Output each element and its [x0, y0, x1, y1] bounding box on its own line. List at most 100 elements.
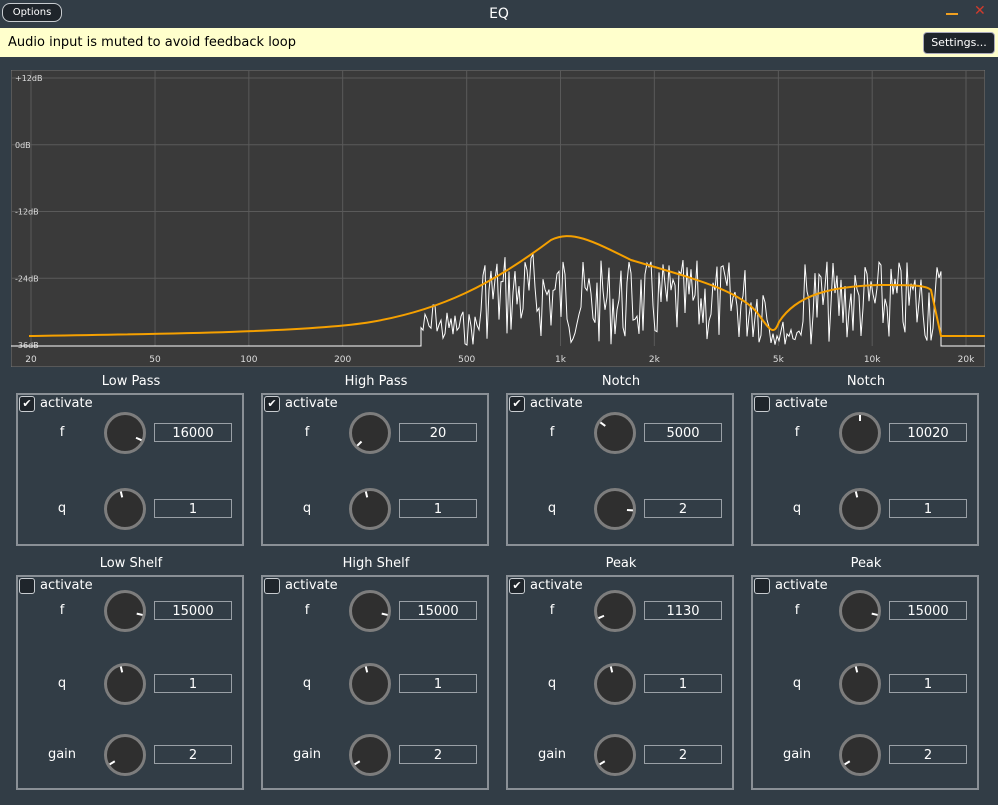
param-label-f: f [59, 425, 65, 440]
knob-f[interactable] [839, 412, 881, 454]
filter-panel: ✔ activate f 16000 q 1 [16, 393, 244, 546]
checkmark-icon[interactable]: ✔ [264, 396, 280, 412]
eq-graph-canvas: 20 50 100 200 500 1k 2k 5k 10k 20k +12dB 0dB -12dB -2… [11, 70, 985, 367]
knob-q[interactable] [839, 663, 881, 705]
activate-label: activate [775, 578, 828, 593]
knob-f[interactable] [839, 590, 881, 632]
minimize-icon[interactable] [945, 4, 959, 18]
knob-q[interactable] [104, 663, 146, 705]
value-field-f[interactable]: 16000 [154, 423, 232, 442]
checkmark-icon[interactable]: ✔ [509, 396, 525, 412]
activate-label: activate [530, 578, 583, 593]
value-field-q[interactable]: 1 [889, 499, 967, 518]
graph-background [11, 70, 985, 367]
freq-tick-label: 1k [555, 355, 567, 365]
knob-f[interactable] [104, 590, 146, 632]
freq-tick-label: 50 [149, 355, 161, 365]
knob-indicator [119, 491, 124, 498]
param-label-gain: gain [47, 747, 77, 762]
db-tick-label: -24dB [15, 274, 39, 283]
value-field-q[interactable]: 1 [154, 499, 232, 518]
param-label-f: f [794, 425, 800, 440]
knob-f[interactable] [104, 412, 146, 454]
knob-f[interactable] [349, 590, 391, 632]
param-label-gain: gain [537, 747, 567, 762]
filter-title: Notch [846, 374, 886, 389]
value-field-q[interactable]: 2 [644, 499, 722, 518]
value-field-f[interactable]: 15000 [399, 601, 477, 620]
value-field-gain[interactable]: 2 [154, 745, 232, 764]
settings-button[interactable]: Settings... [923, 32, 995, 54]
knob-q[interactable] [594, 663, 636, 705]
value-field-q[interactable]: 1 [644, 674, 722, 693]
knob-f[interactable] [594, 590, 636, 632]
freq-tick-label: 20 [25, 355, 37, 365]
knob-indicator [854, 491, 859, 498]
filter-panel: ✔ activate f 20 q 1 [261, 393, 489, 546]
knob-indicator [844, 760, 851, 766]
close-icon[interactable]: ✕ [974, 4, 986, 18]
knob-gain[interactable] [349, 734, 391, 776]
param-label-q: q [57, 501, 67, 516]
filter-title: Low Shelf [99, 556, 163, 571]
param-label-f: f [59, 603, 65, 618]
knob-gain[interactable] [594, 734, 636, 776]
knob-gain[interactable] [104, 734, 146, 776]
knob-q[interactable] [104, 488, 146, 530]
param-label-q: q [302, 501, 312, 516]
value-field-q[interactable]: 1 [399, 499, 477, 518]
param-label-q: q [302, 676, 312, 691]
knob-indicator [135, 436, 142, 442]
value-field-q[interactable]: 1 [889, 674, 967, 693]
eq-graph: 20 50 100 200 500 1k 2k 5k 10k 20k +12dB 0dB -12dB -2… [11, 70, 985, 367]
value-field-f[interactable]: 20 [399, 423, 477, 442]
filter-panel: ✔ activate f 5000 q 2 [506, 393, 734, 546]
value-field-q[interactable]: 1 [154, 674, 232, 693]
checkbox-box[interactable] [19, 578, 35, 594]
freq-tick-label: 500 [458, 355, 475, 365]
knob-indicator [854, 666, 859, 673]
value-field-f[interactable]: 15000 [154, 601, 232, 620]
filter-title: High Pass [344, 374, 408, 389]
param-label-f: f [549, 425, 555, 440]
filter-panel: activate f 15000 q 1 gain 2 [16, 575, 244, 790]
param-label-f: f [549, 603, 555, 618]
filter-title: Notch [601, 374, 641, 389]
filter-panel: ✔ activate f 1130 q 1 gain 2 [506, 575, 734, 790]
checkbox-box[interactable] [754, 578, 770, 594]
knob-q[interactable] [349, 488, 391, 530]
db-tick-label: -12dB [15, 208, 39, 217]
value-field-gain[interactable]: 2 [644, 745, 722, 764]
freq-tick-label: 10k [864, 355, 881, 365]
value-field-q[interactable]: 1 [399, 674, 477, 693]
knob-f[interactable] [349, 412, 391, 454]
checkmark-icon[interactable]: ✔ [19, 396, 35, 412]
value-field-gain[interactable]: 2 [399, 745, 477, 764]
knob-q[interactable] [839, 488, 881, 530]
param-label-f: f [304, 425, 310, 440]
value-field-f[interactable]: 10020 [889, 423, 967, 442]
filter-title: High Shelf [342, 556, 410, 571]
knob-indicator [599, 421, 606, 427]
value-field-f[interactable]: 15000 [889, 601, 967, 620]
param-label-gain: gain [782, 747, 812, 762]
filter-title: Peak [605, 556, 637, 571]
knob-q[interactable] [349, 663, 391, 705]
window-title: EQ [489, 6, 509, 22]
param-label-q: q [547, 676, 557, 691]
knob-f[interactable] [594, 412, 636, 454]
param-label-f: f [794, 603, 800, 618]
knob-indicator [609, 666, 614, 673]
checkbox-box[interactable] [754, 396, 770, 412]
knob-indicator [598, 614, 605, 620]
param-label-gain: gain [292, 747, 322, 762]
knob-gain[interactable] [839, 734, 881, 776]
banner-message: Audio input is muted to avoid feedback l… [8, 35, 296, 50]
param-label-q: q [547, 501, 557, 516]
knob-q[interactable] [594, 488, 636, 530]
value-field-f[interactable]: 5000 [644, 423, 722, 442]
value-field-gain[interactable]: 2 [889, 745, 967, 764]
checkbox-box[interactable] [264, 578, 280, 594]
checkmark-icon[interactable]: ✔ [509, 578, 525, 594]
value-field-f[interactable]: 1130 [644, 601, 722, 620]
